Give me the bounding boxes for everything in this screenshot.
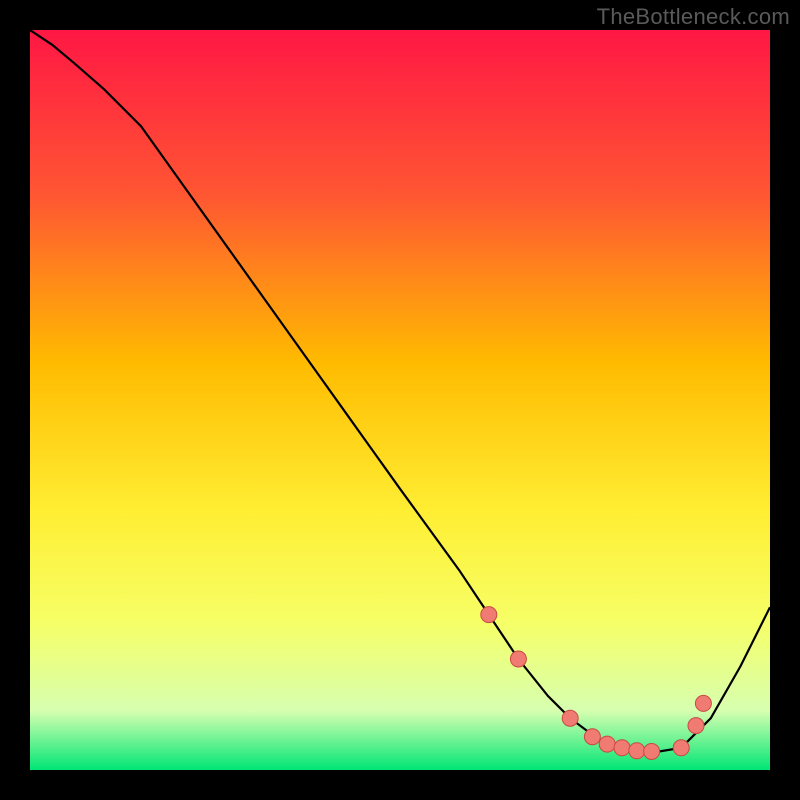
- plot-area: [30, 30, 770, 770]
- chart-frame: TheBottleneck.com: [0, 0, 800, 800]
- highlight-marker: [599, 736, 615, 752]
- highlight-marker: [695, 695, 711, 711]
- watermark-label: TheBottleneck.com: [597, 4, 790, 30]
- highlight-marker: [562, 710, 578, 726]
- gradient-background: [30, 30, 770, 770]
- highlight-marker: [614, 740, 630, 756]
- highlight-marker: [688, 718, 704, 734]
- highlight-marker: [510, 651, 526, 667]
- highlight-marker: [673, 740, 689, 756]
- chart-svg: [30, 30, 770, 770]
- highlight-marker: [644, 744, 660, 760]
- highlight-marker: [481, 607, 497, 623]
- highlight-marker: [629, 743, 645, 759]
- highlight-marker: [584, 729, 600, 745]
